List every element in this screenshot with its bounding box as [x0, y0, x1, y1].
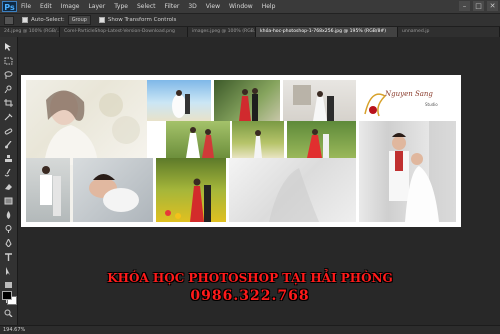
options-bar: Auto-Select: Group Show Transform Contro…: [0, 13, 500, 27]
photoshop-logo: Ps: [2, 1, 17, 12]
tab-document-5[interactable]: unnamed.jp: [398, 27, 500, 37]
zoom-tool-icon[interactable]: [4, 309, 13, 317]
move-tool-icon[interactable]: [4, 43, 13, 51]
studio-logo: Nguyen Sang Studio: [359, 80, 456, 121]
document-tab-bar: 24.jpeg @ 100% (RGB/... Corel-ParticleSh…: [0, 27, 500, 37]
document-canvas[interactable]: Nguyen Sang Studio: [21, 75, 461, 227]
menu-filter[interactable]: Filter: [165, 0, 180, 13]
gradient-tool-icon[interactable]: [4, 197, 13, 205]
photo-couple-indoor: [283, 80, 356, 121]
tab-document-active[interactable]: khóa-hoc-photoshop-1-768x256.jpg @ 195% …: [256, 27, 398, 37]
photo-bride-closeup: [26, 80, 147, 165]
tab-document-3[interactable]: images.jpeg @ 100% (RGB...: [188, 27, 256, 37]
menu-window[interactable]: Window: [229, 0, 253, 13]
window-controls: – □ ✕: [459, 1, 498, 11]
promo-phone: 0986.322.768: [190, 288, 310, 304]
menu-3d[interactable]: 3D: [188, 0, 196, 13]
menu-image[interactable]: Image: [61, 0, 80, 13]
photo-couple-flowers: [156, 158, 226, 222]
clone-stamp-tool-icon[interactable]: [4, 155, 13, 163]
photo-couple-field: [166, 121, 230, 158]
eyedropper-tool-icon[interactable]: [4, 113, 13, 121]
dodge-tool-icon[interactable]: [4, 225, 13, 233]
auto-select-dropdown[interactable]: Group: [67, 15, 91, 25]
photo-couple-lying: [73, 158, 153, 222]
blur-tool-icon[interactable]: [4, 211, 13, 219]
close-button[interactable]: ✕: [487, 1, 498, 11]
marquee-tool-icon[interactable]: [4, 57, 13, 65]
photo-groom-white: [26, 158, 70, 222]
eraser-tool-icon[interactable]: [4, 183, 13, 191]
crop-tool-icon[interactable]: [4, 99, 13, 107]
brush-tool-icon[interactable]: [4, 141, 13, 149]
quick-select-tool-icon[interactable]: [4, 85, 13, 93]
show-transform-label: Show Transform Controls: [107, 17, 177, 23]
studio-logo-subtitle: Studio: [425, 102, 438, 107]
menu-help[interactable]: Help: [262, 0, 276, 13]
menu-file[interactable]: File: [21, 0, 31, 13]
menu-edit[interactable]: Edit: [40, 0, 52, 13]
lasso-tool-icon[interactable]: [4, 71, 13, 79]
photo-couple-red-dress: [214, 80, 280, 121]
menu-select[interactable]: Select: [137, 0, 156, 13]
pen-tool-icon[interactable]: [4, 239, 13, 247]
type-tool-icon[interactable]: [4, 253, 13, 261]
auto-select-checkbox[interactable]: [22, 17, 28, 23]
studio-logo-name: Nguyen Sang: [385, 90, 433, 98]
auto-select-label: Auto-Select:: [31, 17, 65, 23]
menu-type[interactable]: Type: [114, 0, 128, 13]
healing-brush-tool-icon[interactable]: [4, 127, 13, 135]
photo-flower-field: [232, 121, 284, 158]
photo-couple-beach: [147, 80, 211, 121]
photo-couple-portrait: [359, 121, 456, 222]
tab-document-2[interactable]: Corel-ParticleShop-Latest-Version-Downlo…: [60, 27, 188, 37]
tab-document-1[interactable]: 24.jpeg @ 100% (RGB/...: [0, 27, 60, 37]
photo-couple-garden: [287, 121, 356, 158]
menu-layer[interactable]: Layer: [88, 0, 105, 13]
history-brush-tool-icon[interactable]: [4, 169, 13, 177]
menu-view[interactable]: View: [206, 0, 220, 13]
photo-faded-center: [229, 158, 356, 222]
minimize-button[interactable]: –: [459, 1, 470, 11]
move-tool-preset-icon[interactable]: [4, 15, 14, 25]
menu-bar: Ps File Edit Image Layer Type Select Fil…: [0, 0, 500, 13]
maximize-button[interactable]: □: [473, 1, 484, 11]
promo-headline: KHÓA HỌC PHOTOSHOP TẠI HẢI PHÒNG: [107, 271, 393, 285]
show-transform-checkbox[interactable]: [98, 17, 105, 23]
